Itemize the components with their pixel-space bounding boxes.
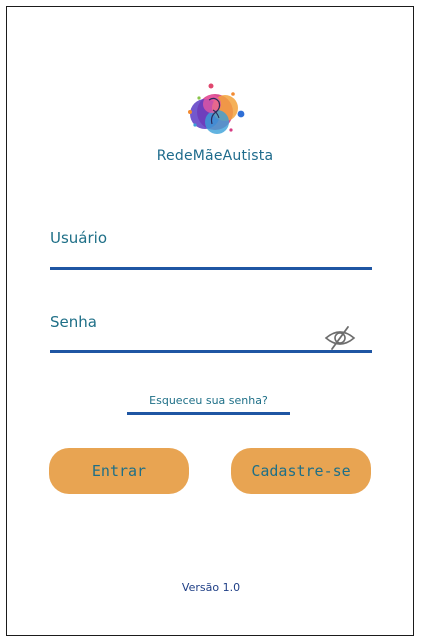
forgot-password-link[interactable]: Esqueceu sua senha? bbox=[127, 394, 290, 407]
username-input[interactable] bbox=[50, 235, 372, 265]
eye-slash-icon[interactable] bbox=[324, 325, 356, 351]
mother-child-logo-icon bbox=[188, 83, 245, 134]
password-input[interactable] bbox=[50, 321, 320, 351]
app-logo: RedeMãeAutista bbox=[140, 62, 290, 172]
password-underline bbox=[50, 350, 372, 353]
app-name-text: RedeMãeAutista bbox=[156, 148, 274, 164]
login-button[interactable]: Entrar bbox=[49, 448, 189, 494]
version-text: Versão 1.0 bbox=[181, 581, 241, 594]
forgot-password-underline bbox=[127, 412, 290, 415]
username-underline bbox=[50, 267, 372, 270]
login-screen: RedeMãeAutista Usuário Senha Esqueceu su… bbox=[6, 6, 414, 636]
register-button[interactable]: Cadastre-se bbox=[231, 448, 371, 494]
